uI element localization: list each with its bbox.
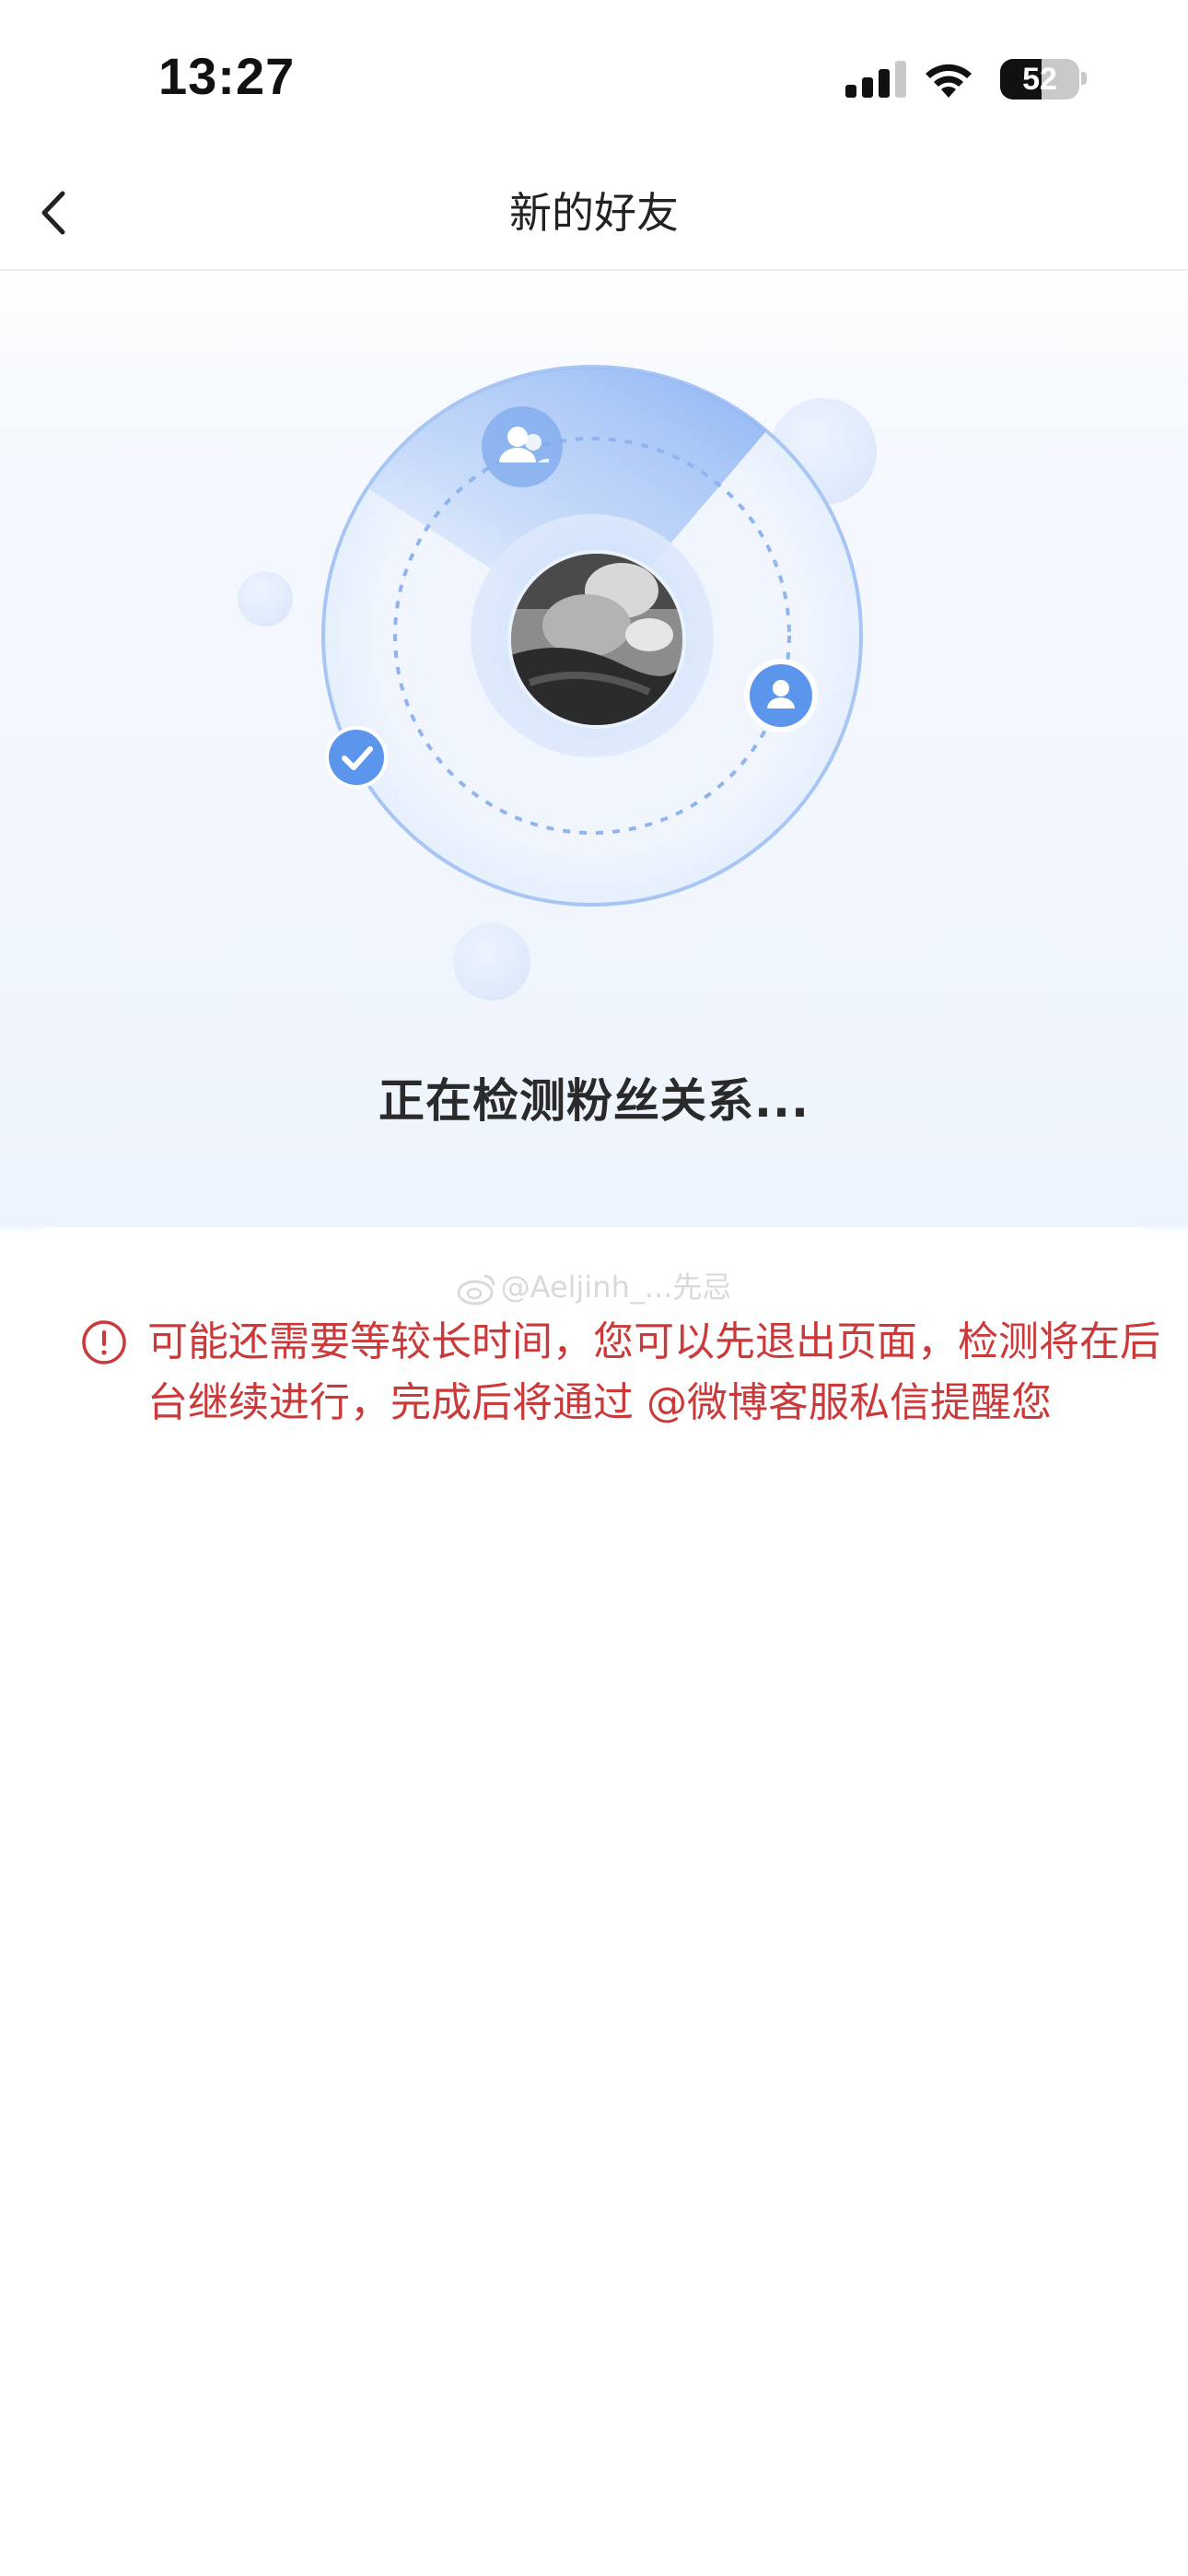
chevron-left-icon — [41, 191, 65, 235]
battery-icon: 52 — [1000, 59, 1079, 100]
users-icon — [482, 406, 563, 487]
alert-circle-icon — [82, 1320, 126, 1364]
decor-bubble — [238, 571, 293, 626]
detection-status-text: 正在检测粉丝关系... — [379, 1074, 809, 1128]
cellular-signal-icon — [845, 61, 906, 98]
watermark: @Aeljinh_...先忌 — [0, 1264, 1188, 1306]
status-bar: 13:27 52 — [0, 0, 1188, 157]
check-icon — [325, 726, 388, 789]
page-title: 新的好友 — [509, 188, 679, 238]
wifi-icon — [926, 64, 972, 98]
decor-bubble — [453, 923, 530, 1001]
battery-level: 52 — [1022, 62, 1057, 97]
battery-tip — [1081, 72, 1087, 85]
app-page: 13:27 52 新的好友 正在检测粉丝关系... @Aeljinh_...先忌… — [0, 0, 1188, 2576]
watermark-text: @Aeljinh_...先忌 — [500, 1270, 732, 1305]
back-button[interactable] — [17, 173, 96, 252]
status-time: 13:27 — [158, 47, 296, 105]
avatar-photo — [511, 554, 682, 725]
navigation-bar: 新的好友 — [0, 157, 1188, 271]
user-avatar — [507, 550, 686, 729]
user-icon — [744, 659, 818, 732]
notice-text: 可能还需要等较长时间，您可以先退出页面，检测将在后台继续进行，完成后将通过 @微… — [147, 1318, 1160, 1426]
radar-illustration: 正在检测粉丝关系... — [0, 269, 1188, 1128]
info-card: @Aeljinh_...先忌 可能还需要等较长时间，您可以先退出页面，检测将在后… — [0, 1227, 1188, 2576]
weibo-icon — [457, 1274, 495, 1306]
